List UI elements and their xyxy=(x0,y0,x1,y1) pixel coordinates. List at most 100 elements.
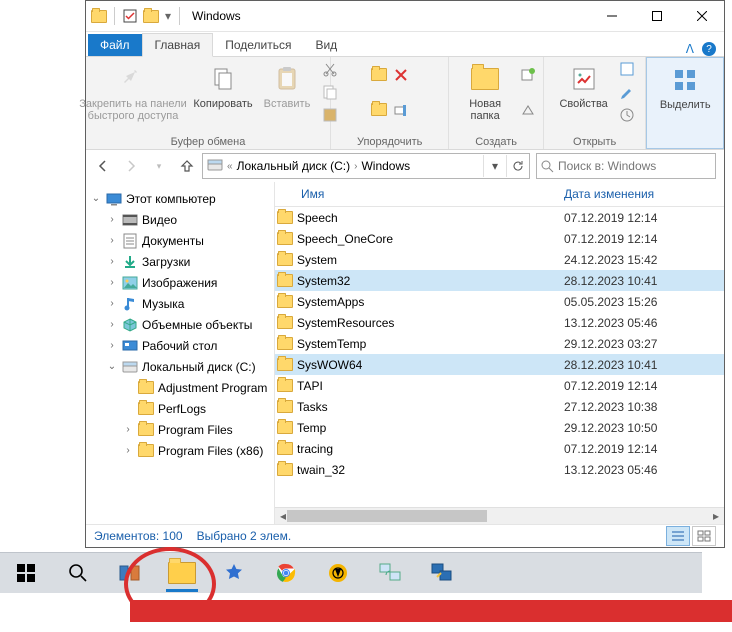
tab-view[interactable]: Вид xyxy=(303,34,349,56)
help-icon[interactable]: ? xyxy=(702,42,716,56)
expand-icon[interactable]: › xyxy=(122,445,134,456)
file-row[interactable]: SystemTemp29.12.2023 03:27 xyxy=(275,333,724,354)
aimp-button[interactable] xyxy=(314,553,362,593)
search-button[interactable] xyxy=(54,553,102,593)
tree-item[interactable]: ›Загрузки xyxy=(90,251,274,272)
file-row[interactable]: TAPI07.12.2019 12:14 xyxy=(275,375,724,396)
expand-icon[interactable]: › xyxy=(106,277,118,288)
select-icon xyxy=(669,64,701,96)
tree-item-icon xyxy=(106,191,122,207)
horizontal-scrollbar[interactable]: ◂ ▸ xyxy=(275,507,724,524)
expand-icon[interactable]: ⌄ xyxy=(106,361,118,372)
network-app-button[interactable] xyxy=(366,553,414,593)
tree-item[interactable]: ›Program Files xyxy=(90,419,274,440)
forward-button[interactable] xyxy=(122,157,140,175)
ribbon-collapse-icon[interactable]: ᐱ xyxy=(686,42,694,56)
expand-icon[interactable]: › xyxy=(106,235,118,246)
file-row[interactable]: Speech07.12.2019 12:14 xyxy=(275,207,724,228)
tree-item[interactable]: ›Видео xyxy=(90,209,274,230)
new-folder-button[interactable]: Новая папка xyxy=(454,59,516,126)
tree-item[interactable]: ›Музыка xyxy=(90,293,274,314)
file-row[interactable]: SystemResources13.12.2023 05:46 xyxy=(275,312,724,333)
col-date[interactable]: Дата изменения xyxy=(564,187,724,201)
remote-app-button[interactable] xyxy=(418,553,466,593)
tree-item[interactable]: PerfLogs xyxy=(90,398,274,419)
expand-icon[interactable]: › xyxy=(106,340,118,351)
move-to-icon[interactable] xyxy=(369,65,389,85)
pin-button[interactable]: Закрепить на панели быстрого доступа xyxy=(76,59,190,126)
new-item-icon[interactable] xyxy=(518,65,538,85)
file-list[interactable]: Speech07.12.2019 12:14Speech_OneCore07.1… xyxy=(275,207,724,507)
file-row[interactable]: twain_3213.12.2023 05:46 xyxy=(275,459,724,480)
tree-item[interactable]: Adjustment Program xyxy=(90,377,274,398)
bookmark-app-button[interactable] xyxy=(210,553,258,593)
expand-icon[interactable]: ⌄ xyxy=(90,193,102,204)
tree-item[interactable]: ›Документы xyxy=(90,230,274,251)
properties-button[interactable]: Свойства xyxy=(553,59,615,114)
breadcrumb-2[interactable]: Windows xyxy=(361,159,410,173)
explorer-taskbar-button[interactable] xyxy=(158,553,206,593)
file-row[interactable]: tracing07.12.2019 12:14 xyxy=(275,438,724,459)
search-input[interactable]: Поиск в: Windows xyxy=(536,153,716,179)
nav-tree[interactable]: ⌄Этот компьютер›Видео›Документы›Загрузки… xyxy=(86,182,275,524)
tree-item[interactable]: ⌄Локальный диск (C:) xyxy=(90,356,274,377)
file-row[interactable]: Tasks27.12.2023 10:38 xyxy=(275,396,724,417)
file-row[interactable]: SysWOW6428.12.2023 10:41 xyxy=(275,354,724,375)
tab-share[interactable]: Поделиться xyxy=(213,34,303,56)
chrome-button[interactable] xyxy=(262,553,310,593)
easy-access-icon[interactable] xyxy=(518,100,538,120)
expand-icon[interactable]: › xyxy=(106,214,118,225)
qat-dropdown-icon[interactable]: ▾ xyxy=(163,7,173,25)
tree-item[interactable]: ›Объемные объекты xyxy=(90,314,274,335)
tree-item[interactable]: ⌄Этот компьютер xyxy=(90,188,274,209)
select-button[interactable]: Выделить xyxy=(654,60,716,115)
up-button[interactable] xyxy=(178,157,196,175)
tree-item-icon xyxy=(122,296,138,312)
taskview-button[interactable] xyxy=(106,553,154,593)
tree-item-label: PerfLogs xyxy=(158,402,206,416)
address-bar[interactable]: « Локальный диск (C:)› Windows ▾ xyxy=(202,153,530,179)
file-row[interactable]: System3228.12.2023 10:41 xyxy=(275,270,724,291)
tree-item[interactable]: ›Изображения xyxy=(90,272,274,293)
tree-item[interactable]: ›Program Files (x86) xyxy=(90,440,274,461)
history-icon[interactable] xyxy=(617,106,637,125)
list-header[interactable]: Имя Дата изменения xyxy=(275,182,724,207)
tab-home[interactable]: Главная xyxy=(142,33,214,57)
open-icon[interactable] xyxy=(617,59,637,78)
paste-button[interactable]: Вставить xyxy=(256,59,318,114)
expand-icon[interactable]: › xyxy=(106,256,118,267)
expand-icon[interactable]: › xyxy=(106,319,118,330)
back-button[interactable] xyxy=(94,157,112,175)
file-row[interactable]: System24.12.2023 15:42 xyxy=(275,249,724,270)
rename-icon[interactable] xyxy=(391,100,411,120)
tree-item[interactable]: ›Рабочий стол xyxy=(90,335,274,356)
refresh-icon[interactable] xyxy=(506,155,529,177)
file-row[interactable]: Speech_OneCore07.12.2019 12:14 xyxy=(275,228,724,249)
close-button[interactable] xyxy=(679,2,724,31)
view-details-button[interactable] xyxy=(666,526,690,546)
address-dropdown-icon[interactable]: ▾ xyxy=(483,155,506,177)
col-name[interactable]: Имя xyxy=(295,187,564,201)
qat-folder-icon[interactable] xyxy=(142,7,160,25)
tree-item-icon xyxy=(122,359,138,375)
qat-checkbox-icon[interactable] xyxy=(121,7,139,25)
minimize-button[interactable] xyxy=(589,2,634,31)
edit-icon[interactable] xyxy=(617,82,637,101)
file-row[interactable]: Temp29.12.2023 10:50 xyxy=(275,417,724,438)
scroll-thumb[interactable] xyxy=(287,510,487,522)
view-large-button[interactable] xyxy=(692,526,716,546)
expand-icon[interactable]: › xyxy=(106,298,118,309)
folder-icon xyxy=(275,379,295,392)
file-row[interactable]: SystemApps05.05.2023 15:26 xyxy=(275,291,724,312)
copy-to-icon[interactable] xyxy=(369,100,389,120)
copy-button[interactable]: Копировать xyxy=(192,59,254,114)
search-icon xyxy=(541,160,554,173)
delete-icon[interactable] xyxy=(391,65,411,85)
tab-file[interactable]: Файл xyxy=(88,34,142,56)
maximize-button[interactable] xyxy=(634,2,679,31)
start-button[interactable] xyxy=(2,553,50,593)
scroll-right-icon[interactable]: ▸ xyxy=(708,508,724,524)
breadcrumb-1[interactable]: Локальный диск (C:)› xyxy=(237,159,358,173)
recent-dropdown-icon[interactable]: ▾ xyxy=(150,157,168,175)
expand-icon[interactable]: › xyxy=(122,424,134,435)
